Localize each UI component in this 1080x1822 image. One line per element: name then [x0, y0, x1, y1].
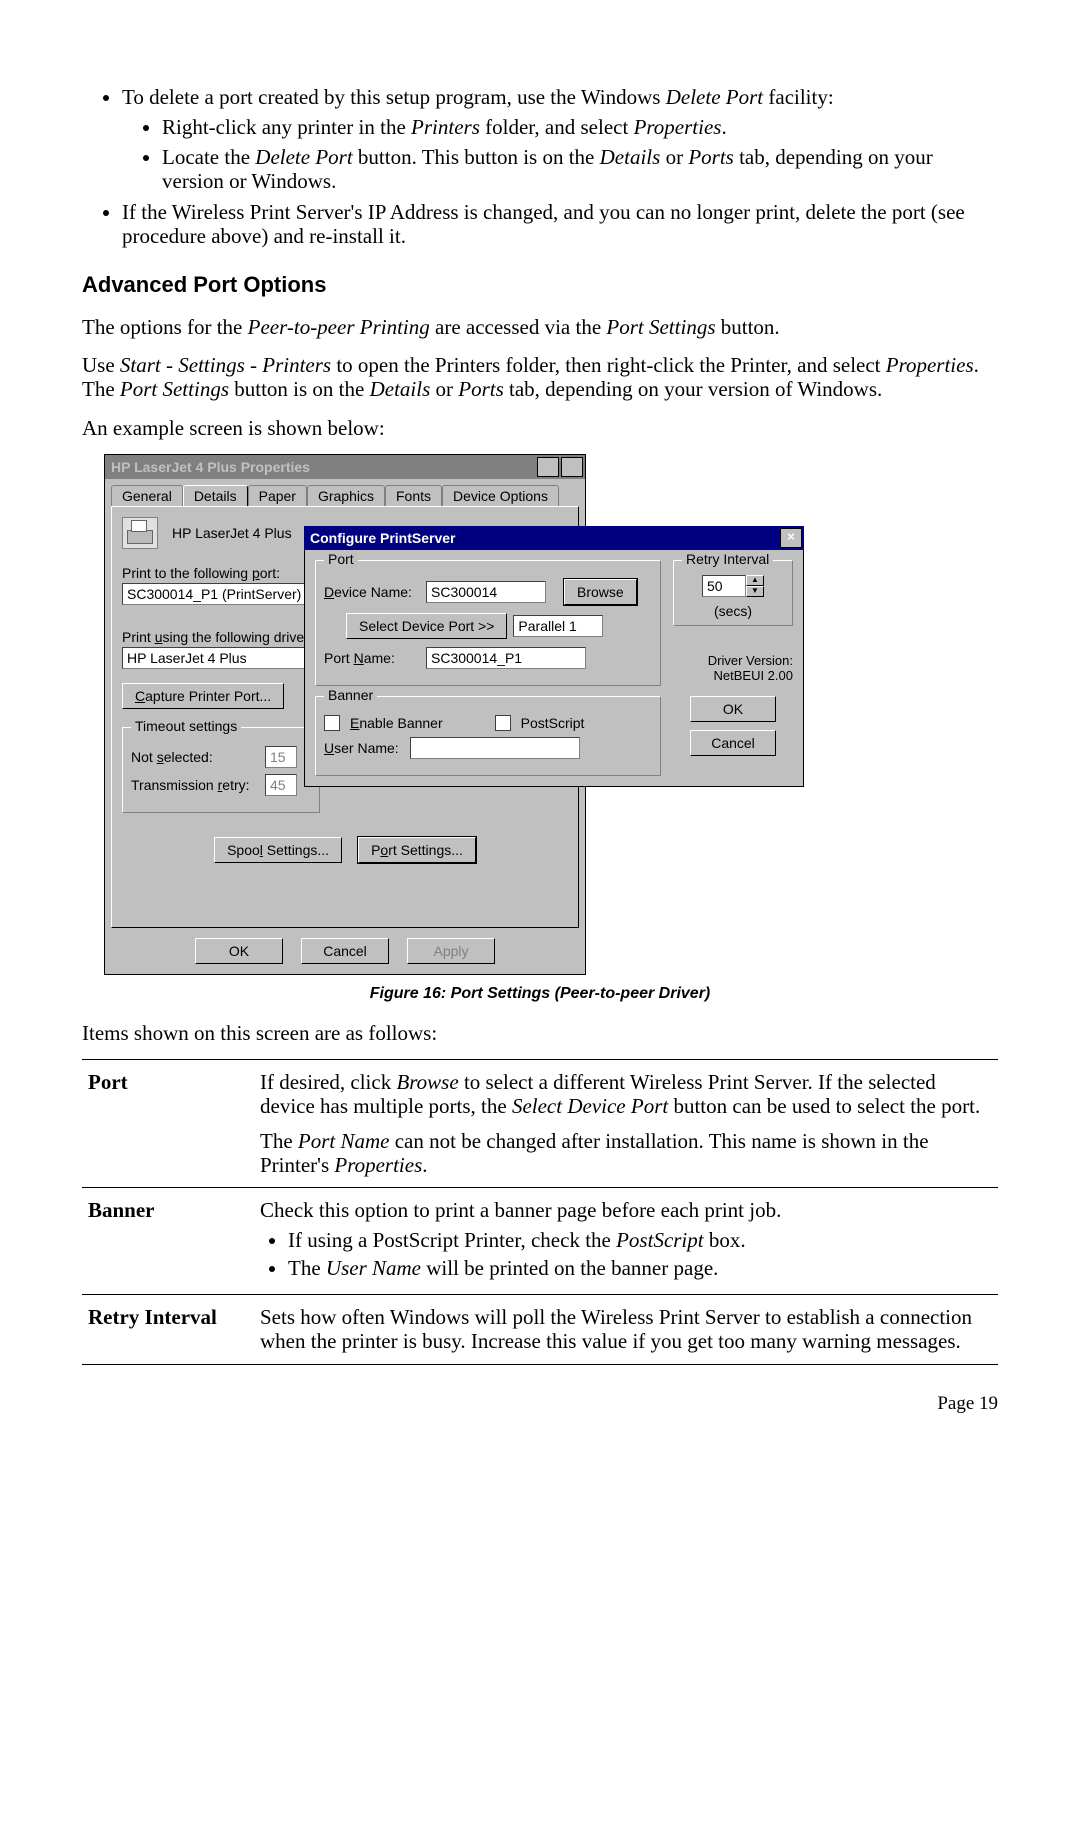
apply-button: Apply [407, 938, 495, 964]
tab-fonts[interactable]: Fonts [385, 485, 442, 506]
user-name-label: User Name: [324, 740, 404, 756]
titlebar[interactable]: Configure PrintServer × [304, 526, 804, 550]
driver-field[interactable]: HP LaserJet 4 Plus [122, 647, 312, 669]
printer-name-label: HP LaserJet 4 Plus [172, 525, 292, 541]
tab-device-options[interactable]: Device Options [442, 485, 559, 506]
paragraph: The options for the Peer-to-peer Printin… [82, 315, 998, 339]
close-button[interactable]: × [561, 457, 583, 477]
table-header: Port [82, 1060, 254, 1188]
transmission-retry-field[interactable]: 45 [265, 774, 297, 796]
paragraph: An example screen is shown below: [82, 416, 998, 440]
window-title: Configure PrintServer [310, 530, 778, 546]
table-header: Retry Interval [82, 1295, 254, 1364]
enable-banner-checkbox[interactable] [324, 715, 340, 731]
spool-settings-button[interactable]: Spool Settings... [214, 837, 342, 863]
titlebar[interactable]: HP LaserJet 4 Plus Properties ? × [105, 455, 585, 479]
tab-graphics[interactable]: Graphics [307, 485, 385, 506]
description-table: Port If desired, click Browse to select … [82, 1059, 998, 1364]
list-item: To delete a port created by this setup p… [122, 85, 998, 194]
browse-button[interactable]: Browse [564, 579, 637, 605]
table-header: Banner [82, 1187, 254, 1294]
device-name-field[interactable]: SC300014 [426, 581, 546, 603]
configure-printserver-window: Configure PrintServer × Port Device Name… [304, 526, 804, 787]
capture-port-button[interactable]: Capture Printer Port... [122, 683, 284, 709]
retry-interval-field[interactable]: 50 [702, 575, 746, 597]
driver-version-label: Driver Version: [673, 654, 793, 669]
enable-banner-label: Enable Banner [350, 715, 443, 731]
ok-button[interactable]: OK [195, 938, 283, 964]
figure-caption: Figure 16: Port Settings (Peer-to-peer D… [82, 985, 998, 1003]
port-name-field[interactable]: SC300014_P1 [426, 647, 586, 669]
tab-general[interactable]: General [111, 485, 183, 506]
window-title: HP LaserJet 4 Plus Properties [111, 459, 535, 475]
cancel-button[interactable]: Cancel [690, 730, 776, 756]
postscript-checkbox[interactable] [495, 715, 511, 731]
driver-version-value: NetBEUI 2.00 [673, 669, 793, 684]
section-heading: Advanced Port Options [82, 272, 998, 297]
timeout-legend: Timeout settings [131, 718, 241, 734]
select-port-field[interactable]: Parallel 1 [513, 615, 603, 637]
list-item: Locate the Delete Port button. This butt… [162, 145, 998, 193]
printer-icon [122, 517, 158, 549]
user-name-field[interactable] [410, 737, 580, 759]
select-device-port-button[interactable]: Select Device Port >> [346, 613, 507, 639]
port-settings-button[interactable]: Port Settings... [358, 837, 476, 863]
paragraph: Use Start - Settings - Printers to open … [82, 353, 998, 401]
device-name-label: Device Name: [324, 584, 420, 600]
tab-details[interactable]: Details [183, 485, 248, 506]
port-group-legend: Port [324, 551, 358, 567]
help-button[interactable]: ? [537, 457, 559, 477]
table-cell: If desired, click Browse to select a dif… [254, 1060, 998, 1188]
postscript-label: PostScript [521, 715, 585, 731]
list-item: If the Wireless Print Server's IP Addres… [122, 200, 998, 248]
table-cell: Sets how often Windows will poll the Wir… [254, 1295, 998, 1364]
list-item: Right-click any printer in the Printers … [162, 115, 998, 139]
close-button[interactable]: × [780, 528, 802, 548]
cancel-button[interactable]: Cancel [301, 938, 389, 964]
tab-strip: General Details Paper Graphics Fonts Dev… [111, 485, 579, 506]
paragraph: Items shown on this screen are as follow… [82, 1021, 998, 1045]
not-selected-field[interactable]: 15 [265, 746, 297, 768]
ok-button[interactable]: OK [690, 696, 776, 722]
banner-group-legend: Banner [324, 687, 377, 703]
not-selected-label: Not selected: [131, 749, 259, 765]
print-to-field[interactable]: SC300014_P1 (PrintServer) [122, 583, 312, 605]
intro-list: To delete a port created by this setup p… [82, 85, 998, 248]
page-number: Page 19 [82, 1393, 998, 1415]
table-cell: Check this option to print a banner page… [254, 1187, 998, 1294]
tab-paper[interactable]: Paper [248, 485, 307, 506]
transmission-retry-label: Transmission retry: [131, 777, 259, 793]
spin-up-button[interactable]: ▲ [746, 575, 764, 586]
spin-down-button[interactable]: ▼ [746, 586, 764, 597]
port-name-label: Port Name: [324, 650, 420, 666]
secs-label: (secs) [680, 603, 786, 619]
retry-interval-legend: Retry Interval [682, 551, 773, 567]
